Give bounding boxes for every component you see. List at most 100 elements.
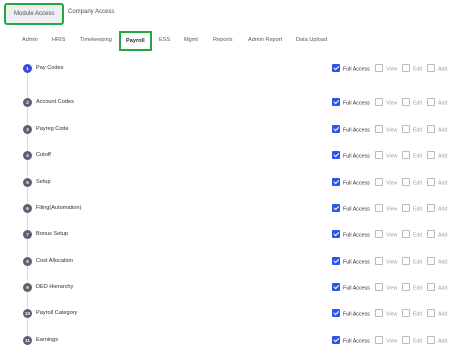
add-checkbox[interactable]: Add: [427, 178, 447, 187]
checkbox-checked-icon[interactable]: [332, 283, 340, 291]
checkbox-empty-icon[interactable]: [375, 151, 383, 159]
tab-module-access[interactable]: Module Access: [4, 3, 65, 25]
checkbox-empty-icon[interactable]: [402, 309, 410, 317]
checkbox-empty-icon[interactable]: [402, 151, 410, 159]
checkbox-checked-icon[interactable]: [332, 230, 340, 238]
tab-admin[interactable]: Admin: [22, 32, 38, 48]
view-checkbox[interactable]: View: [375, 178, 397, 187]
checkbox-empty-icon[interactable]: [427, 230, 435, 238]
checkbox-empty-icon[interactable]: [375, 204, 383, 212]
full-access-checkbox[interactable]: Full Access: [332, 257, 370, 266]
edit-checkbox[interactable]: Edit: [402, 230, 422, 239]
full-access-checkbox[interactable]: Full Access: [332, 204, 370, 213]
checkbox-empty-icon[interactable]: [402, 64, 410, 72]
checkbox-empty-icon[interactable]: [375, 98, 383, 106]
checkbox-checked-icon[interactable]: [332, 98, 340, 106]
checkbox-empty-icon[interactable]: [375, 283, 383, 291]
edit-checkbox[interactable]: Edit: [402, 283, 422, 292]
full-access-checkbox[interactable]: Full Access: [332, 151, 370, 160]
edit-checkbox[interactable]: Edit: [402, 257, 422, 266]
checkbox-empty-icon[interactable]: [375, 64, 383, 72]
edit-checkbox[interactable]: Edit: [402, 336, 422, 345]
view-checkbox[interactable]: View: [375, 309, 397, 318]
checkbox-empty-icon[interactable]: [427, 125, 435, 133]
add-checkbox[interactable]: Add: [427, 283, 447, 292]
checkbox-checked-icon[interactable]: [332, 204, 340, 212]
full-access-checkbox[interactable]: Full Access: [332, 98, 370, 107]
checkbox-checked-icon[interactable]: [332, 151, 340, 159]
checkbox-empty-icon[interactable]: [427, 98, 435, 106]
full-access-checkbox[interactable]: Full Access: [332, 125, 370, 134]
tab-payroll[interactable]: Payroll: [119, 31, 152, 51]
add-checkbox[interactable]: Add: [427, 204, 447, 213]
checkbox-empty-icon[interactable]: [402, 230, 410, 238]
view-checkbox[interactable]: View: [375, 151, 397, 160]
view-checkbox[interactable]: View: [375, 98, 397, 107]
full-access-checkbox[interactable]: Full Access: [332, 64, 370, 73]
full-access-checkbox[interactable]: Full Access: [332, 309, 370, 318]
edit-checkbox[interactable]: Edit: [402, 178, 422, 187]
checkbox-checked-icon[interactable]: [332, 336, 340, 344]
view-checkbox[interactable]: View: [375, 64, 397, 73]
checkbox-checked-icon[interactable]: [332, 257, 340, 265]
tab-hris[interactable]: HRIS: [52, 32, 65, 48]
view-checkbox[interactable]: View: [375, 125, 397, 134]
checkbox-checked-icon[interactable]: [332, 178, 340, 186]
edit-checkbox[interactable]: Edit: [402, 309, 422, 318]
checkbox-empty-icon[interactable]: [375, 230, 383, 238]
full-access-checkbox[interactable]: Full Access: [332, 230, 370, 239]
add-checkbox[interactable]: Add: [427, 230, 447, 239]
checkbox-empty-icon[interactable]: [427, 151, 435, 159]
checkbox-empty-icon[interactable]: [375, 336, 383, 344]
tab-ess[interactable]: ESS: [159, 32, 170, 48]
view-checkbox[interactable]: View: [375, 204, 397, 213]
checkbox-checked-icon[interactable]: [332, 309, 340, 317]
edit-checkbox[interactable]: Edit: [402, 151, 422, 160]
checkbox-empty-icon[interactable]: [375, 257, 383, 265]
checkbox-checked-icon[interactable]: [332, 64, 340, 72]
checkbox-empty-icon[interactable]: [427, 178, 435, 186]
tab-reports[interactable]: Reports: [213, 32, 233, 48]
tab-timekeeping[interactable]: Timekeeping: [80, 32, 112, 48]
tab-data-upload[interactable]: Data Upload: [296, 32, 327, 48]
checkbox-empty-icon[interactable]: [402, 98, 410, 106]
checkbox-empty-icon[interactable]: [402, 125, 410, 133]
add-checkbox[interactable]: Add: [427, 98, 447, 107]
permission-label: Bonus Setup: [36, 231, 69, 237]
checkbox-empty-icon[interactable]: [402, 257, 410, 265]
checkbox-empty-icon[interactable]: [402, 283, 410, 291]
edit-checkbox[interactable]: Edit: [402, 204, 422, 213]
checkbox-empty-icon[interactable]: [427, 309, 435, 317]
add-checkbox[interactable]: Add: [427, 64, 447, 73]
add-checkbox[interactable]: Add: [427, 336, 447, 345]
view-checkbox[interactable]: View: [375, 336, 397, 345]
edit-checkbox[interactable]: Edit: [402, 64, 422, 73]
edit-checkbox[interactable]: Edit: [402, 125, 422, 134]
tab-admin-report[interactable]: Admin Report: [248, 32, 282, 48]
view-checkbox[interactable]: View: [375, 230, 397, 239]
edit-checkbox[interactable]: Edit: [402, 98, 422, 107]
full-access-checkbox[interactable]: Full Access: [332, 336, 370, 345]
view-checkbox[interactable]: View: [375, 257, 397, 266]
checkbox-empty-icon[interactable]: [427, 257, 435, 265]
full-access-checkbox[interactable]: Full Access: [332, 178, 370, 187]
checkbox-empty-icon[interactable]: [427, 283, 435, 291]
view-checkbox[interactable]: View: [375, 283, 397, 292]
checkbox-empty-icon[interactable]: [427, 336, 435, 344]
checkbox-empty-icon[interactable]: [375, 178, 383, 186]
add-checkbox[interactable]: Add: [427, 257, 447, 266]
full-access-checkbox[interactable]: Full Access: [332, 283, 370, 292]
checkbox-empty-icon[interactable]: [402, 204, 410, 212]
add-checkbox[interactable]: Add: [427, 151, 447, 160]
tab-mgmt[interactable]: Mgmt: [184, 32, 198, 48]
add-checkbox[interactable]: Add: [427, 125, 447, 134]
tab-company-access[interactable]: Company Access: [60, 3, 122, 21]
checkbox-empty-icon[interactable]: [375, 309, 383, 317]
checkbox-empty-icon[interactable]: [402, 178, 410, 186]
add-checkbox[interactable]: Add: [427, 309, 447, 318]
checkbox-empty-icon[interactable]: [402, 336, 410, 344]
checkbox-checked-icon[interactable]: [332, 125, 340, 133]
checkbox-empty-icon[interactable]: [375, 125, 383, 133]
checkbox-empty-icon[interactable]: [427, 204, 435, 212]
checkbox-empty-icon[interactable]: [427, 64, 435, 72]
